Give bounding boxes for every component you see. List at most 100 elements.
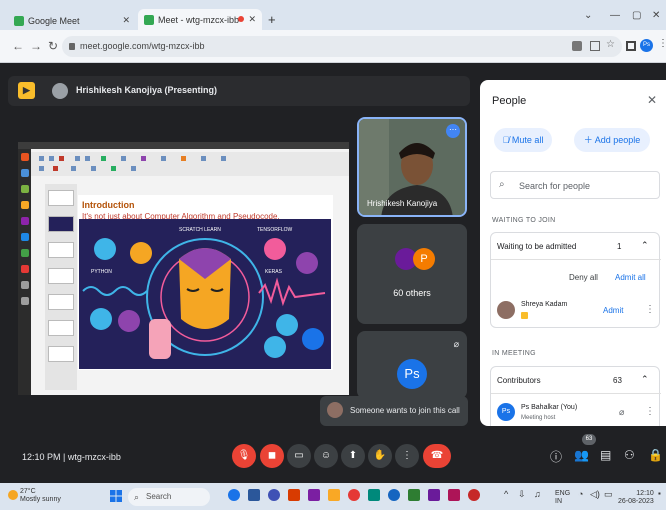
self-avatar: Ps bbox=[397, 359, 427, 389]
taskbar-app-icon[interactable] bbox=[228, 489, 240, 501]
raise-hand-button[interactable]: ✋ bbox=[368, 444, 392, 468]
language-indicator[interactable]: ENG IN bbox=[555, 490, 570, 506]
mute-all-button[interactable]: 🎙̸ Mute all bbox=[494, 128, 552, 152]
camera-indicator-icon[interactable] bbox=[572, 41, 582, 51]
file-explorer-icon[interactable] bbox=[328, 489, 340, 501]
taskbar-app-icon[interactable] bbox=[268, 489, 280, 501]
notification-icon[interactable]: ▪ bbox=[658, 490, 661, 498]
more-options-icon[interactable]: ⋮ bbox=[645, 304, 655, 315]
dock-app-icon bbox=[20, 233, 29, 241]
wifi-icon[interactable]: ◔ bbox=[578, 490, 583, 499]
sidepanel-icon[interactable] bbox=[626, 41, 636, 51]
requester-avatar bbox=[327, 402, 343, 418]
muted-mic-icon: ⌀ bbox=[619, 407, 625, 417]
art-label: KERAS bbox=[265, 269, 283, 275]
back-icon[interactable]: ← bbox=[12, 39, 24, 53]
add-people-button[interactable]: ＋ Add people bbox=[574, 128, 650, 152]
taskbar-app-icon[interactable] bbox=[248, 489, 260, 501]
minimize-button[interactable]: — bbox=[610, 10, 620, 21]
taskbar-app-icon[interactable] bbox=[468, 489, 480, 501]
people-icon[interactable]: 👥 bbox=[574, 448, 589, 462]
art-label: TENSORFLOW bbox=[257, 227, 293, 233]
profile-avatar[interactable]: Ps bbox=[640, 39, 653, 52]
mic-toggle-button[interactable]: 🎙 bbox=[232, 444, 256, 468]
battery-icon[interactable]: ▭ bbox=[604, 490, 613, 499]
taskbar-app-icon[interactable] bbox=[308, 489, 320, 501]
emoji-button[interactable]: ☺ bbox=[314, 444, 338, 468]
close-panel-icon[interactable]: ✕ bbox=[647, 93, 657, 107]
recording-dot-icon bbox=[238, 16, 244, 22]
windows-start-icon[interactable] bbox=[110, 490, 122, 502]
slide-thumbnail bbox=[48, 294, 74, 310]
maximize-button[interactable]: ▢ bbox=[632, 10, 641, 21]
chrome-icon[interactable] bbox=[348, 489, 360, 501]
admit-button[interactable]: Admit bbox=[603, 306, 623, 315]
presenter-bar: ▶ Hrishikesh Kanojiya (Presenting) bbox=[8, 76, 470, 106]
people-search-input[interactable]: ⌕ Search for people bbox=[490, 171, 660, 199]
taskbar-app-icon[interactable] bbox=[448, 489, 460, 501]
tab-search-icon[interactable]: ⌄ bbox=[584, 10, 592, 21]
speaker-tile[interactable]: ⋯ Hrishikesh Kanojiya bbox=[357, 117, 467, 217]
lock-icon bbox=[69, 43, 75, 50]
close-tab-icon[interactable]: ✕ bbox=[122, 15, 130, 26]
dock-app-icon bbox=[20, 153, 29, 161]
more-options-button[interactable]: ⋮ bbox=[395, 444, 419, 468]
tab-meet-call[interactable]: Meet - wtg-mzcx-ibb ✕ bbox=[138, 9, 262, 30]
activities-icon[interactable]: ⚇ bbox=[624, 448, 635, 462]
dock-app-icon bbox=[20, 217, 29, 225]
join-request-toast[interactable]: Someone wants to join this call bbox=[320, 396, 468, 426]
dock-app-icon bbox=[20, 265, 29, 273]
camera-toggle-button[interactable]: ◼ bbox=[260, 444, 284, 468]
more-options-icon[interactable]: ⋮ bbox=[645, 406, 655, 417]
collapse-icon[interactable]: ⌃ bbox=[641, 374, 649, 385]
tray-overflow-icon[interactable]: ^ bbox=[504, 490, 508, 499]
dock-app-icon bbox=[20, 169, 29, 177]
present-button[interactable]: ⬆ bbox=[341, 444, 365, 468]
search-icon: ⌕ bbox=[499, 179, 505, 190]
taskbar-app-icon[interactable] bbox=[428, 489, 440, 501]
tray-app-icon[interactable]: ♫ bbox=[534, 490, 541, 499]
slide-thumbnail bbox=[48, 346, 74, 362]
meet-favicon-icon bbox=[144, 14, 154, 25]
browser-menu-icon[interactable]: ⋮ bbox=[658, 38, 666, 49]
system-clock[interactable]: 12:10 26-08-2023 bbox=[618, 490, 654, 506]
meeting-info-icon[interactable]: ⓘ bbox=[550, 448, 562, 465]
chat-icon[interactable]: ▤ bbox=[600, 448, 611, 462]
self-tile[interactable]: Ps ⌀ bbox=[357, 331, 467, 399]
taskbar-app-icon[interactable] bbox=[368, 489, 380, 501]
contributors-box: Contributors 63 ⌃ Ps Ps Bahalkar (You) M… bbox=[490, 366, 661, 426]
taskbar-app-icon[interactable] bbox=[408, 489, 420, 501]
new-tab-button[interactable]: + bbox=[268, 12, 276, 27]
collapse-icon[interactable]: ⌃ bbox=[641, 240, 649, 251]
leave-call-button[interactable]: ☎ bbox=[423, 444, 451, 468]
close-tab-icon[interactable]: ✕ bbox=[248, 14, 256, 25]
host-role: Meeting host bbox=[521, 415, 556, 421]
art-label: SCRATCH LEARN bbox=[179, 227, 221, 233]
deny-all-button[interactable]: Deny all bbox=[569, 273, 598, 282]
captions-button[interactable]: ▭ bbox=[287, 444, 311, 468]
meeting-details: 12:10 PM | wtg-mzcx-ibb bbox=[22, 452, 121, 462]
others-tile[interactable]: P 60 others bbox=[357, 224, 467, 324]
bookmark-star-icon[interactable]: ☆ bbox=[606, 39, 616, 50]
tab-google-meet[interactable]: Google Meet ✕ bbox=[8, 11, 136, 30]
share-icon[interactable] bbox=[590, 41, 600, 51]
taskbar-search[interactable]: ⌕ Search bbox=[128, 488, 210, 506]
meet-favicon-icon bbox=[14, 15, 24, 26]
url-input[interactable]: meet.google.com/wtg-mzcx-ibb bbox=[62, 36, 622, 57]
admit-all-button[interactable]: Admit all bbox=[615, 273, 646, 282]
weather-widget[interactable]: 27°C Mostly sunny bbox=[20, 488, 61, 504]
host-controls-icon[interactable]: 🔒 bbox=[648, 448, 663, 462]
reload-icon[interactable]: ↻ bbox=[48, 39, 58, 53]
tray-app-icon[interactable]: ⇩ bbox=[518, 490, 526, 499]
search-icon: ⌕ bbox=[134, 492, 140, 502]
taskbar-app-icon[interactable] bbox=[288, 489, 300, 501]
volume-icon[interactable]: ◁) bbox=[590, 490, 600, 499]
forward-icon[interactable]: → bbox=[30, 39, 42, 53]
browser-tab-strip: Google Meet ✕ Meet - wtg-mzcx-ibb ✕ + ⌄ … bbox=[0, 0, 666, 30]
slide-thumbnail bbox=[48, 216, 74, 232]
dock-app-icon bbox=[20, 185, 29, 193]
waiting-person-avatar bbox=[497, 301, 515, 319]
close-window-button[interactable]: ✕ bbox=[652, 10, 660, 21]
tile-options-icon[interactable]: ⋯ bbox=[446, 124, 460, 138]
taskbar-app-icon[interactable] bbox=[388, 489, 400, 501]
